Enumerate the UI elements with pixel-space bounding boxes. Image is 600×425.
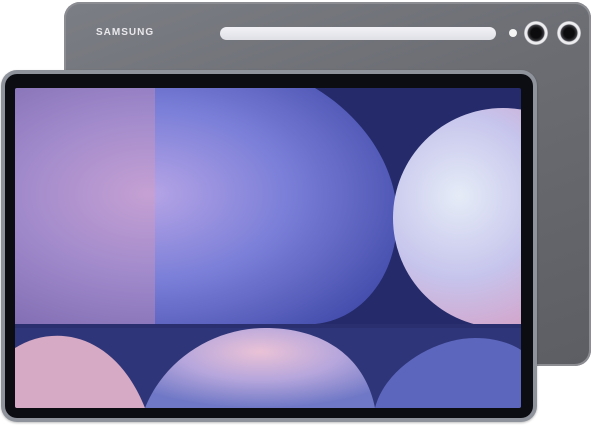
- s-pen-magnetic-strip: [220, 27, 496, 40]
- wallpaper-shape: [15, 88, 155, 324]
- wallpaper-shape: [15, 324, 521, 328]
- screen-wallpaper: [15, 88, 521, 408]
- brand-logo: SAMSUNG: [96, 27, 155, 38]
- rear-camera-lens: [524, 21, 548, 45]
- camera-flash: [509, 29, 517, 37]
- product-image: SAMSUNG: [0, 0, 600, 425]
- rear-camera-lens: [557, 21, 581, 45]
